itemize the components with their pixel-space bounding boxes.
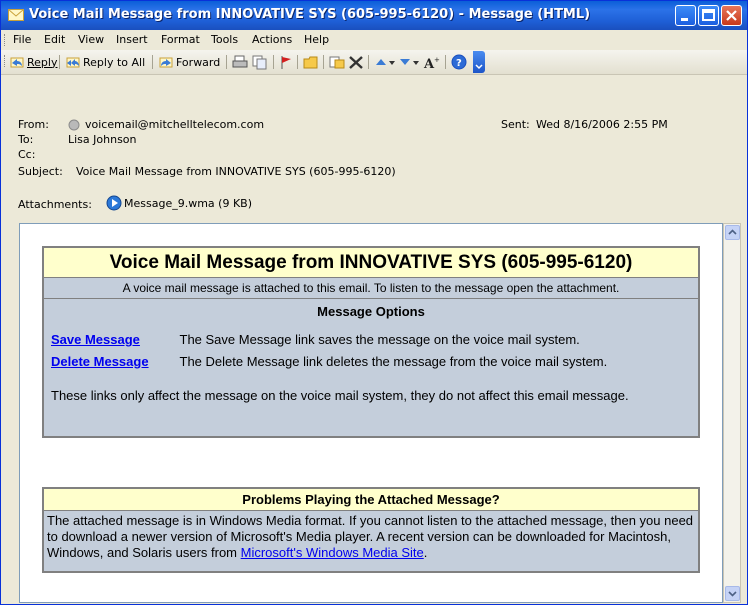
- chevron-down-icon: [728, 591, 737, 597]
- window-title: Voice Mail Message from INNOVATIVE SYS (…: [29, 7, 591, 22]
- problems-text-block: The attached message is in Windows Media…: [44, 511, 698, 563]
- toolbar-separator: [297, 55, 298, 69]
- minimize-icon: [681, 18, 688, 21]
- subject-label: Subject:: [18, 165, 63, 178]
- options-title: Message Options: [317, 304, 425, 319]
- toolbar-separator: [445, 55, 446, 69]
- toolbar-grip[interactable]: [4, 55, 8, 67]
- minimize-button[interactable]: [675, 5, 696, 26]
- voice-mail-panel: Voice Mail Message from INNOVATIVE SYS (…: [42, 246, 700, 438]
- svg-text:?: ?: [456, 58, 462, 69]
- delete-button[interactable]: [348, 54, 364, 70]
- forward-icon: [159, 57, 173, 68]
- problems-period: .: [423, 545, 428, 560]
- delete-icon: [349, 55, 363, 69]
- delete-description: The Delete Message link deletes the mess…: [179, 354, 608, 369]
- help-button[interactable]: ?: [451, 54, 467, 70]
- font-size-icon: A +: [423, 56, 440, 70]
- close-icon: [726, 10, 737, 21]
- copy-icon: [252, 55, 267, 69]
- sent-label: Sent:: [501, 118, 530, 131]
- menu-edit[interactable]: Edit: [44, 33, 65, 46]
- save-description: The Save Message link saves the message …: [179, 332, 580, 347]
- title-bar[interactable]: Voice Mail Message from INNOVATIVE SYS (…: [1, 1, 747, 30]
- flag-icon: [281, 55, 291, 69]
- forward-label: Forward: [176, 55, 221, 69]
- cc-label: Cc:: [18, 148, 36, 161]
- media-file-icon: [106, 195, 122, 211]
- menu-grip[interactable]: [4, 34, 8, 46]
- next-item-icon: [400, 58, 419, 65]
- intro-text: A voice mail message is attached to this…: [44, 277, 698, 299]
- printer-icon: [232, 55, 248, 67]
- toolbar-separator: [59, 55, 60, 69]
- reply-all-button[interactable]: Reply to All: [66, 54, 145, 70]
- font-size-button[interactable]: A +: [423, 54, 441, 70]
- subject-value: Voice Mail Message from INNOVATIVE SYS (…: [76, 165, 396, 178]
- save-message-link[interactable]: Save Message: [51, 332, 176, 347]
- note-text: These links only affect the message on t…: [51, 388, 629, 403]
- from-value[interactable]: voicemail@mitchelltelecom.com: [85, 118, 264, 131]
- from-label: From:: [18, 118, 49, 131]
- menu-actions[interactable]: Actions: [252, 33, 292, 46]
- sent-value: Wed 8/16/2006 2:55 PM: [536, 118, 668, 131]
- print-button[interactable]: [232, 54, 248, 70]
- envelope-icon: [8, 9, 24, 21]
- toolbar-separator: [323, 55, 324, 69]
- windows-media-site-link[interactable]: Microsoft's Windows Media Site: [241, 545, 424, 560]
- voice-mail-heading: Voice Mail Message from INNOVATIVE SYS (…: [44, 248, 698, 277]
- delete-option-row: Delete Message The Delete Message link d…: [51, 354, 607, 369]
- move-to-folder-button[interactable]: [303, 54, 319, 70]
- toolbar-separator: [226, 55, 227, 69]
- scroll-down-button[interactable]: [725, 586, 740, 601]
- svg-text:+: +: [434, 56, 440, 64]
- attachments-label: Attachments:: [18, 198, 92, 211]
- problems-panel: Problems Playing the Attached Message? T…: [42, 487, 700, 573]
- toolbar: Reply Reply to All Forward A + ?: [1, 50, 747, 75]
- toolbar-overflow-button[interactable]: [473, 51, 485, 73]
- rules-icon: [329, 56, 345, 68]
- next-item-button[interactable]: [398, 54, 420, 70]
- rules-button[interactable]: [329, 54, 345, 70]
- to-value[interactable]: Lisa Johnson: [68, 133, 137, 146]
- reply-label: Reply: [27, 55, 58, 69]
- save-option-row: Save Message The Save Message link saves…: [51, 332, 580, 347]
- forward-button[interactable]: Forward: [159, 54, 220, 70]
- reply-all-label: Reply to All: [83, 55, 146, 69]
- message-window: Voice Mail Message from INNOVATIVE SYS (…: [0, 0, 748, 605]
- help-icon: ?: [451, 54, 467, 70]
- maximize-icon: [702, 9, 715, 21]
- reply-icon: [10, 57, 24, 68]
- toolbar-separator: [273, 55, 274, 69]
- toolbar-separator: [368, 55, 369, 69]
- menu-tools[interactable]: Tools: [211, 33, 238, 46]
- flag-button[interactable]: [279, 54, 293, 70]
- chevron-up-icon: [728, 229, 737, 235]
- attachment-item[interactable]: Message_9.wma (9 KB): [106, 195, 252, 211]
- problems-title: Problems Playing the Attached Message?: [44, 489, 698, 511]
- to-label: To:: [18, 133, 34, 146]
- menu-help[interactable]: Help: [304, 33, 329, 46]
- maximize-button[interactable]: [698, 5, 719, 26]
- reply-button[interactable]: Reply: [10, 54, 57, 70]
- reply-all-icon: [66, 57, 80, 68]
- previous-item-button[interactable]: [374, 54, 396, 70]
- message-body[interactable]: Voice Mail Message from INNOVATIVE SYS (…: [19, 223, 723, 603]
- folder-icon: [303, 56, 318, 68]
- menu-format[interactable]: Format: [161, 33, 200, 46]
- menu-bar: File Edit View Insert Format Tools Actio…: [1, 30, 747, 50]
- menu-view[interactable]: View: [78, 33, 104, 46]
- vertical-scrollbar[interactable]: [723, 223, 741, 603]
- scroll-up-button[interactable]: [725, 225, 740, 240]
- menu-insert[interactable]: Insert: [116, 33, 148, 46]
- chevron-down-icon: [475, 64, 483, 70]
- presence-icon: [68, 119, 80, 131]
- delete-message-link[interactable]: Delete Message: [51, 354, 176, 369]
- close-button[interactable]: [721, 5, 742, 26]
- previous-item-icon: [376, 58, 395, 65]
- toolbar-separator: [152, 55, 153, 69]
- attachment-name: Message_9.wma (9 KB): [124, 196, 252, 210]
- copy-button[interactable]: [252, 54, 268, 70]
- menu-file[interactable]: File: [13, 33, 31, 46]
